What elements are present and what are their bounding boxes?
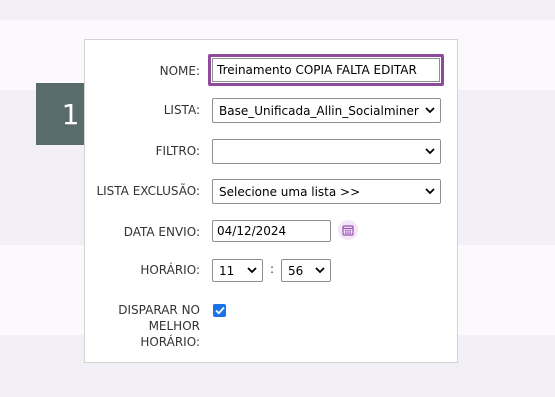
minute-select[interactable]: 56 (281, 259, 331, 282)
list-select[interactable]: Base_Unificada_Allin_Socialminer (212, 98, 441, 123)
background-band-top (0, 0, 555, 20)
filter-select[interactable] (212, 139, 441, 164)
best-time-label-line1: DISPARAR NO (118, 303, 200, 317)
hour-select[interactable]: 11 (212, 259, 263, 282)
calendar-icon[interactable] (338, 220, 358, 240)
list-label: LISTA: (163, 103, 200, 117)
chevron-down-icon (422, 99, 438, 122)
name-label: NOME: (159, 64, 200, 78)
send-date-input[interactable] (212, 220, 331, 242)
chevron-down-icon (422, 140, 438, 163)
best-time-label-line3: HORÁRIO: (140, 335, 200, 349)
chevron-down-icon (244, 260, 260, 281)
checkmark-icon (214, 306, 225, 315)
best-time-label-line2: MELHOR (148, 319, 200, 333)
chevron-down-icon (422, 180, 438, 203)
chevron-down-icon (312, 260, 328, 281)
exclusion-list-select-value: Selecione uma lista >> (219, 184, 361, 199)
list-select-value: Base_Unificada_Allin_Socialminer (219, 103, 419, 118)
hour-select-value: 11 (219, 263, 235, 278)
exclusion-list-select[interactable]: Selecione uma lista >> (212, 179, 441, 204)
time-separator: : (270, 262, 275, 276)
best-time-checkbox[interactable] (213, 304, 226, 317)
filter-label: FILTRO: (155, 144, 200, 158)
best-time-label: DISPARAR NO MELHOR HORÁRIO: (118, 302, 200, 350)
minute-select-value: 56 (288, 263, 304, 278)
time-label: HORÁRIO: (140, 263, 200, 277)
name-field-highlight (208, 54, 444, 86)
name-input[interactable] (212, 58, 440, 82)
exclusion-list-label: LISTA EXCLUSÃO: (96, 184, 200, 198)
send-date-label: DATA ENVIO: (123, 225, 200, 239)
